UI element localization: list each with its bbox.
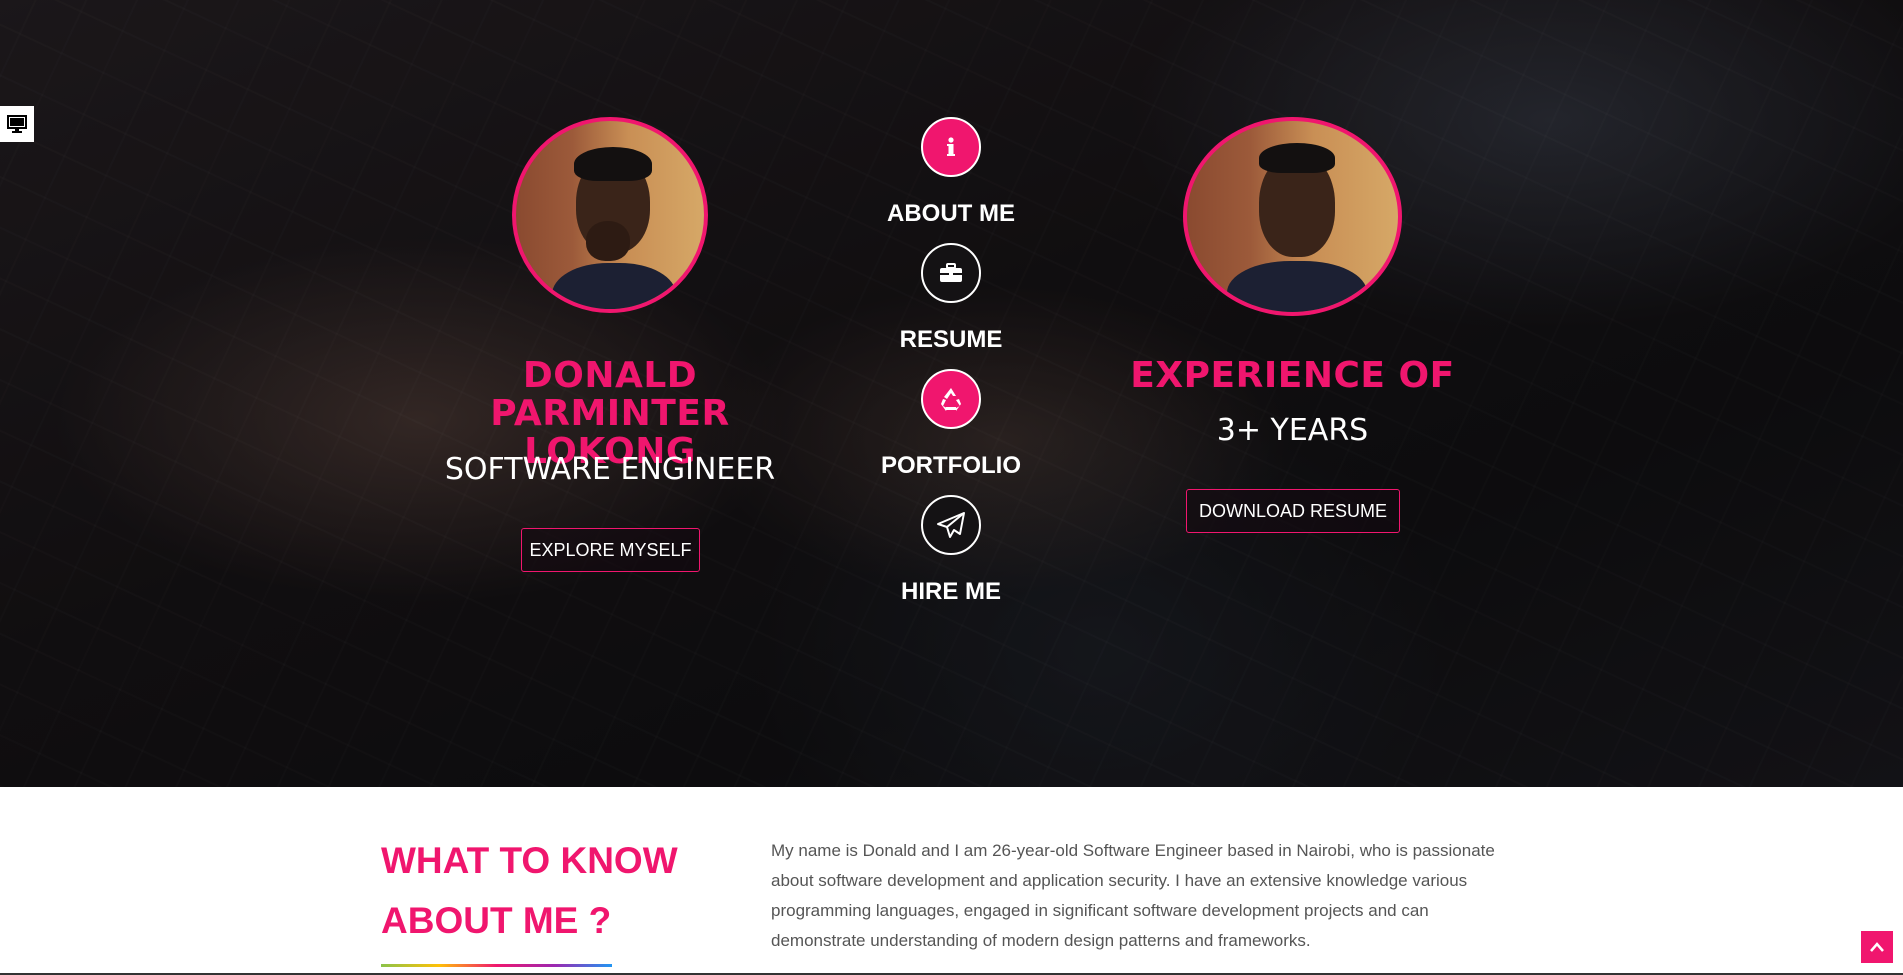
nav-resume-label[interactable]: RESUME bbox=[851, 326, 1051, 354]
profile-photo-left bbox=[512, 117, 708, 313]
paper-plane-icon bbox=[937, 512, 965, 538]
briefcase-icon bbox=[940, 263, 962, 282]
heading-underline bbox=[381, 964, 612, 967]
desktop-view-toggle[interactable] bbox=[0, 106, 34, 142]
nav-portfolio-button[interactable] bbox=[921, 369, 981, 429]
info-icon bbox=[947, 137, 955, 156]
about-section: WHAT TO KNOW ABOUT ME ? My name is Donal… bbox=[0, 787, 1903, 975]
nav-about-label[interactable]: ABOUT ME bbox=[851, 200, 1051, 228]
about-description: My name is Donald and I am 26-year-old S… bbox=[771, 841, 1495, 950]
profile-role: SOFTWARE ENGINEER bbox=[444, 452, 776, 487]
hero-section: DONALD PARMINTER LOKONG SOFTWARE ENGINEE… bbox=[0, 0, 1903, 787]
about-heading: WHAT TO KNOW ABOUT ME ? bbox=[381, 831, 721, 951]
chevron-up-icon bbox=[1870, 942, 1884, 952]
nav-hire-label[interactable]: HIRE ME bbox=[851, 578, 1051, 606]
nav-resume-button[interactable] bbox=[921, 243, 981, 303]
about-heading-line1: WHAT TO KNOW bbox=[381, 840, 678, 881]
nav-hire-button[interactable] bbox=[921, 495, 981, 555]
monitor-icon bbox=[7, 115, 27, 133]
recycle-icon bbox=[941, 388, 961, 411]
download-resume-button[interactable]: DOWNLOAD RESUME bbox=[1186, 489, 1400, 533]
nav-about-button[interactable] bbox=[921, 117, 981, 177]
nav-portfolio-label[interactable]: PORTFOLIO bbox=[851, 452, 1051, 480]
profile-photo-right bbox=[1183, 117, 1402, 316]
about-heading-line2: ABOUT ME ? bbox=[381, 900, 612, 941]
explore-myself-button[interactable]: EXPLORE MYSELF bbox=[521, 528, 700, 572]
scroll-to-top-button[interactable] bbox=[1861, 931, 1893, 963]
experience-years: 3+ YEARS bbox=[1216, 413, 1369, 448]
experience-title: EXPERIENCE OF bbox=[1130, 355, 1455, 396]
